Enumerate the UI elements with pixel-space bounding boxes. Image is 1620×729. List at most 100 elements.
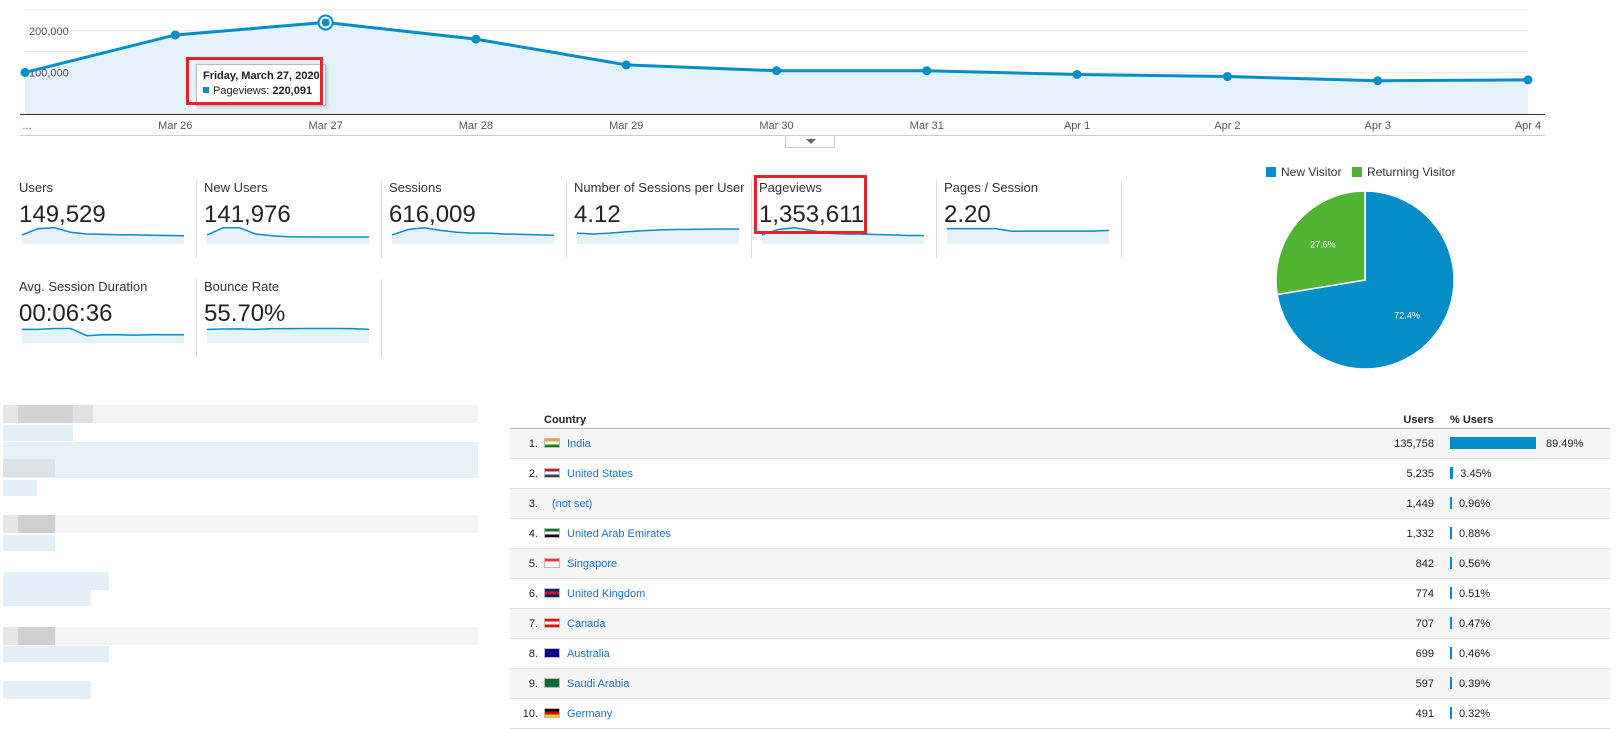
metric-label: Users — [19, 180, 53, 195]
sparkline — [22, 327, 184, 343]
country-header[interactable]: Country — [544, 412, 1339, 429]
table-row: 2. United States 5,235 3.45% — [510, 459, 1610, 489]
country-link[interactable]: India — [567, 438, 591, 450]
chart-expand-handle[interactable] — [785, 136, 835, 148]
visitor-type-pie-chart: 72.4% 27.6% — [1275, 190, 1455, 370]
data-point[interactable] — [170, 30, 180, 40]
table-row: 8. Australia 699 0.46% — [510, 639, 1610, 669]
sparkline — [947, 227, 1110, 244]
pct-bar — [1450, 647, 1452, 659]
pie-slice-label: 72.4% — [1394, 311, 1420, 321]
pct-users-cell: 0.39% — [1450, 669, 1610, 699]
country-link[interactable]: Singapore — [567, 558, 617, 570]
pct-bar-track — [1450, 437, 1546, 450]
pct-bar-track — [1450, 467, 1460, 480]
country-link[interactable]: Australia — [567, 648, 610, 660]
pct-bar — [1450, 587, 1452, 599]
pct-value: 0.56% — [1459, 558, 1491, 570]
flag-icon — [544, 467, 560, 478]
users-cell: 597 — [1415, 677, 1434, 690]
sparkline-area — [207, 328, 369, 343]
data-point[interactable] — [1523, 75, 1533, 85]
redacted-block — [3, 535, 55, 551]
data-point[interactable] — [1373, 76, 1383, 86]
data-point[interactable] — [471, 34, 481, 44]
sparkline — [206, 226, 369, 244]
pct-bar — [1450, 497, 1452, 509]
users-cell: 699 — [1415, 647, 1434, 660]
redacted-block — [3, 425, 73, 441]
country-link[interactable]: Canada — [567, 618, 606, 630]
pct-users-header[interactable]: % Users — [1450, 412, 1610, 429]
table-row: 7. Canada 707 0.47% — [510, 608, 1610, 639]
users-cell: 1,449 — [1406, 497, 1434, 510]
redacted-block — [3, 459, 55, 477]
country-cell: India — [544, 429, 1339, 459]
pct-bar — [1450, 677, 1452, 689]
sparkline-area — [577, 228, 739, 244]
country-link[interactable]: (not set) — [552, 498, 592, 510]
metric-users[interactable]: Users 149,529 — [19, 180, 197, 258]
country-link[interactable]: United States — [567, 468, 633, 480]
legend-swatch — [1266, 167, 1276, 177]
pct-value: 0.51% — [1459, 588, 1491, 600]
redacted-block — [3, 572, 109, 590]
y-tick-label: 200,000 — [29, 26, 69, 38]
sparkline — [576, 228, 739, 244]
users-cell: 842 — [1415, 557, 1434, 570]
metric-label: Avg. Session Duration — [19, 279, 148, 294]
users-cell: 707 — [1415, 617, 1434, 630]
data-point[interactable] — [20, 67, 30, 77]
country-cell: (not set) — [544, 489, 1339, 519]
pct-users-cell: 0.88% — [1450, 519, 1610, 549]
pct-bar-track — [1450, 497, 1459, 510]
data-point[interactable] — [1072, 69, 1082, 79]
country-link[interactable]: Germany — [567, 708, 612, 720]
metric-pages-session[interactable]: Pages / Session 2.20 — [944, 180, 1122, 258]
data-point[interactable] — [772, 66, 781, 76]
pct-value: 0.39% — [1459, 678, 1491, 690]
legend-returning-visitor[interactable]: Returning Visitor — [1352, 165, 1456, 179]
pct-users-cell: 89.49% — [1450, 429, 1610, 459]
country-cell: Saudi Arabia — [544, 669, 1339, 699]
pct-value: 0.46% — [1459, 648, 1491, 660]
country-link[interactable]: Saudi Arabia — [567, 678, 629, 690]
pie-slice-label: 27.6% — [1310, 239, 1336, 249]
metric-sessions[interactable]: Sessions 616,009 — [389, 180, 567, 258]
metric-new-users[interactable]: New Users 141,976 — [204, 180, 382, 258]
data-point[interactable] — [922, 66, 932, 76]
table-row: 4. United Arab Emirates 1,332 0.88% — [510, 519, 1610, 549]
pct-bar-track — [1450, 527, 1459, 540]
x-tick-label: Apr 3 — [1365, 120, 1391, 132]
rank-cell: 5. — [528, 557, 538, 570]
flag-icon — [544, 527, 560, 538]
users-cell: 135,758 — [1394, 437, 1434, 450]
legend-new-visitor[interactable]: New Visitor — [1266, 165, 1341, 179]
sparkline — [206, 327, 370, 343]
sparkline — [21, 226, 185, 244]
metric-number-of-sessions-per-user[interactable]: Number of Sessions per User 4.12 — [574, 180, 752, 258]
pct-users-cell: 0.32% — [1450, 699, 1610, 729]
users-header[interactable]: Users — [1339, 412, 1450, 429]
pct-value: 0.88% — [1459, 528, 1491, 540]
rank-cell: 9. — [528, 677, 538, 690]
pct-bar-track — [1450, 557, 1459, 570]
rank-cell: 3. — [528, 497, 538, 510]
metric-label: Bounce Rate — [204, 279, 280, 294]
sparkline — [391, 226, 555, 244]
country-link[interactable]: United Arab Emirates — [567, 528, 671, 540]
x-tick-label: Mar 28 — [459, 120, 493, 132]
users-cell: 774 — [1415, 587, 1434, 600]
country-link[interactable]: United Kingdom — [567, 588, 645, 600]
table-row: 3. (not set) 1,449 0.96% — [510, 488, 1610, 519]
table-row: 9. Saudi Arabia 597 0.39% — [510, 668, 1610, 699]
data-point[interactable] — [1222, 72, 1232, 82]
pct-bar — [1450, 467, 1454, 479]
pct-users-cell: 0.96% — [1450, 489, 1610, 519]
flag-icon — [544, 437, 560, 448]
metric-avg-session-duration[interactable]: Avg. Session Duration 00:06:36 — [19, 279, 197, 357]
data-point[interactable] — [621, 60, 631, 70]
metric-label: Sessions — [389, 180, 442, 195]
flag-icon — [544, 707, 560, 718]
metric-bounce-rate[interactable]: Bounce Rate 55.70% — [204, 279, 382, 357]
